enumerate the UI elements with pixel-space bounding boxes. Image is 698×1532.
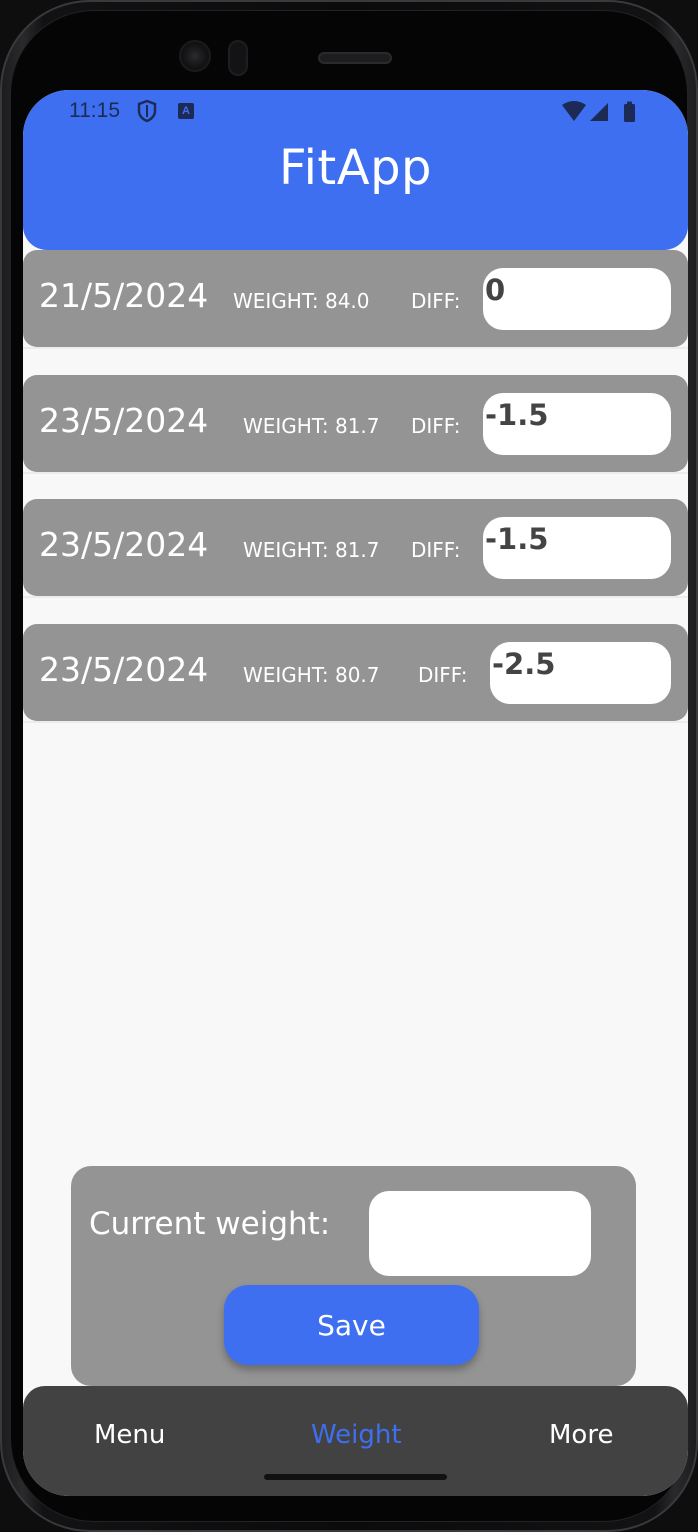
battery-icon (624, 101, 635, 122)
nav-item-weight[interactable]: Weight (311, 1420, 402, 1450)
entry-diff-field[interactable]: -1.5 (483, 393, 671, 455)
earpiece-speaker (318, 52, 392, 64)
divider (23, 596, 688, 598)
signal-icon (590, 103, 608, 121)
entry-diff-label: DIFF: (411, 289, 461, 313)
shield-icon (137, 99, 157, 123)
status-bar: 11:15 A (23, 90, 688, 134)
bottom-nav: Menu Weight More (23, 1386, 688, 1496)
entry-diff-label: DIFF: (411, 538, 461, 562)
nav-item-menu[interactable]: Menu (94, 1420, 165, 1450)
entry-diff-label: DIFF: (418, 663, 468, 687)
weight-entry: 23/5/2024 WEIGHT: 80.7 DIFF: -2.5 (23, 624, 688, 721)
entry-weight: WEIGHT: 81.7 (243, 414, 380, 438)
front-camera (179, 40, 211, 72)
divider (23, 472, 688, 474)
entry-date: 23/5/2024 (39, 650, 209, 689)
entry-date: 23/5/2024 (39, 525, 209, 564)
phone-frame: 11:15 A FitApp 21/5/2024 WEIGHT: 84.0 DI… (0, 0, 698, 1532)
entry-weight: WEIGHT: 84.0 (233, 289, 370, 313)
entry-diff-field[interactable]: -1.5 (483, 517, 671, 579)
entry-diff-field[interactable]: 0 (483, 268, 671, 330)
app-header: 11:15 A FitApp (23, 90, 688, 250)
current-weight-input[interactable] (369, 1191, 591, 1276)
status-icons (562, 101, 635, 122)
proximity-sensor (228, 40, 248, 76)
entry-diff-label: DIFF: (411, 414, 461, 438)
save-button[interactable]: Save (224, 1285, 479, 1365)
home-indicator[interactable] (264, 1474, 447, 1480)
weight-entry: 21/5/2024 WEIGHT: 84.0 DIFF: 0 (23, 250, 688, 347)
app-title: FitApp (278, 140, 433, 196)
weight-entry: 23/5/2024 WEIGHT: 81.7 DIFF: -1.5 (23, 499, 688, 596)
current-weight-panel: Current weight: Save (71, 1166, 636, 1386)
entry-date: 21/5/2024 (39, 276, 209, 315)
keyboard-notification-icon: A (178, 103, 194, 119)
current-weight-label: Current weight: (89, 1206, 331, 1242)
wifi-icon (562, 101, 586, 121)
nav-item-more[interactable]: More (549, 1420, 613, 1450)
entry-date: 23/5/2024 (39, 401, 209, 440)
status-time: 11:15 (69, 99, 120, 122)
entry-diff-field[interactable]: -2.5 (490, 642, 671, 704)
divider (23, 347, 688, 349)
entry-weight: WEIGHT: 81.7 (243, 538, 380, 562)
entry-weight: WEIGHT: 80.7 (243, 663, 380, 687)
divider (23, 721, 688, 723)
weight-entry: 23/5/2024 WEIGHT: 81.7 DIFF: -1.5 (23, 375, 688, 472)
app-screen: 11:15 A FitApp 21/5/2024 WEIGHT: 84.0 DI… (23, 90, 688, 1496)
